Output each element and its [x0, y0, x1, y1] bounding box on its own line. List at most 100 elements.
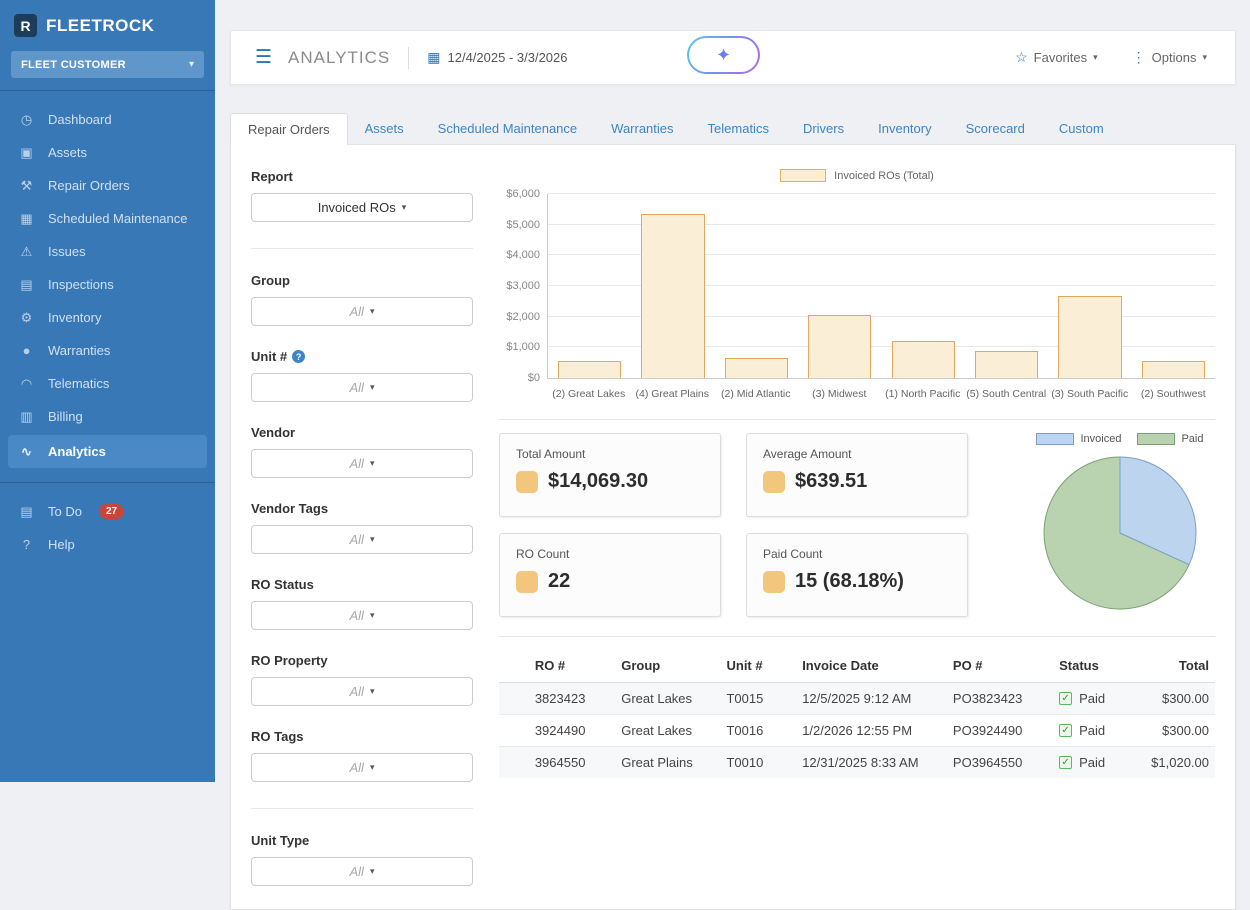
filter-value: All: [350, 304, 364, 319]
card-value: $639.51: [795, 470, 867, 493]
options-menu[interactable]: ⋮ Options ▾: [1132, 49, 1207, 66]
cell-ro-number: 3924490: [529, 715, 615, 747]
row-icon-cell: [499, 715, 529, 747]
tab-telematics[interactable]: Telematics: [691, 113, 786, 144]
cell-invoice-date: 12/5/2025 9:12 AM: [796, 683, 947, 715]
fleet-customer-label: FLEET CUSTOMER: [21, 59, 126, 71]
pie-chart: [1040, 453, 1200, 613]
sidebar-item-billing[interactable]: ▥Billing: [0, 400, 215, 433]
cell-invoice-date: 12/31/2025 8:33 AM: [796, 747, 947, 779]
sidebar-item-dashboard[interactable]: ◷Dashboard: [0, 103, 215, 136]
bar--2-southwest[interactable]: [1142, 361, 1205, 378]
table-row[interactable]: 3964550Great PlainsT001012/31/2025 8:33 …: [499, 747, 1215, 779]
tab-repair-orders[interactable]: Repair Orders: [230, 113, 348, 145]
chevron-down-icon: ▾: [370, 610, 375, 621]
sidebar-item-todo[interactable]: ▤To Do27: [0, 495, 215, 528]
filter-dropdown-group[interactable]: All▾: [251, 297, 473, 326]
fleet-customer-selector[interactable]: FLEET CUSTOMER ▾: [11, 51, 204, 78]
tab-custom[interactable]: Custom: [1042, 113, 1121, 144]
table-row[interactable]: 3924490Great LakesT00161/2/2026 12:55 PM…: [499, 715, 1215, 747]
bar--3-south-pacific[interactable]: [1058, 296, 1121, 378]
favorites-menu[interactable]: ☆ Favorites ▾: [1015, 49, 1098, 66]
filter-label-ro-property: RO Property: [251, 653, 473, 668]
bar--1-north-pacific[interactable]: [892, 341, 955, 378]
cell-po-number: PO3924490: [947, 715, 1053, 747]
cell-invoice-date: 1/2/2026 12:55 PM: [796, 715, 947, 747]
card-label: Paid Count: [763, 547, 951, 561]
sidebar-item-warranties[interactable]: ●Warranties: [0, 334, 215, 367]
filter-value: All: [350, 532, 364, 547]
sidebar-item-scheduled-maintenance[interactable]: ▦Scheduled Maintenance: [0, 202, 215, 235]
menu-toggle-icon[interactable]: ☰: [255, 46, 272, 69]
tab-warranties[interactable]: Warranties: [594, 113, 690, 144]
filter-label-report: Report: [251, 169, 473, 184]
sidebar-item-telematics[interactable]: ◠Telematics: [0, 367, 215, 400]
filter-dropdown-vendor-tags[interactable]: All▾: [251, 525, 473, 554]
tab-drivers[interactable]: Drivers: [786, 113, 861, 144]
cell-unit-number: T0010: [720, 747, 796, 779]
filter-dropdown-ro-status[interactable]: All▾: [251, 601, 473, 630]
cell-unit-number: T0015: [720, 683, 796, 715]
assistant-sparkle-button[interactable]: ✦: [687, 36, 760, 74]
sidebar-item-assets[interactable]: ▣Assets: [0, 136, 215, 169]
bar-slot: [965, 194, 1048, 378]
table-header-unit-: Unit #: [720, 649, 796, 683]
sidebar-item-analytics[interactable]: ∿Analytics: [8, 435, 207, 468]
filter-group-unit-number: Unit #? All▾: [251, 349, 473, 402]
sidebar-item-repair-orders[interactable]: ⚒Repair Orders: [0, 169, 215, 202]
help-icon: ?: [18, 537, 35, 552]
logo-mark-icon: R: [14, 14, 37, 37]
filter-dropdown-unit-number[interactable]: All▾: [251, 373, 473, 402]
table-header-total: Total: [1145, 649, 1215, 683]
card-value-row: 15 (68.18%): [763, 570, 951, 593]
chevron-down-icon: ▾: [1202, 52, 1207, 63]
filter-dropdown-ro-property[interactable]: All▾: [251, 677, 473, 706]
tab-scorecard[interactable]: Scorecard: [949, 113, 1042, 144]
sidebar-item-inventory[interactable]: ⚙Inventory: [0, 301, 215, 334]
sidebar-item-label: Scheduled Maintenance: [48, 211, 188, 226]
pie-legend-invoiced: Invoiced: [1036, 433, 1121, 445]
bar--5-south-central[interactable]: [975, 351, 1038, 378]
table-row[interactable]: 3823423Great LakesT001512/5/2025 9:12 AM…: [499, 683, 1215, 715]
table-header-po-: PO #: [947, 649, 1053, 683]
tab-inventory[interactable]: Inventory: [861, 113, 948, 144]
sidebar-item-issues[interactable]: ⚠Issues: [0, 235, 215, 268]
paid-checkbox-icon: ✓: [1059, 724, 1072, 737]
tab-scheduled-maintenance[interactable]: Scheduled Maintenance: [421, 113, 595, 144]
x-axis-category-label: (2) Mid Atlantic: [714, 388, 798, 400]
filter-label-vendor: Vendor: [251, 425, 473, 440]
filter-dropdown-unit-type[interactable]: All▾: [251, 857, 473, 886]
help-icon[interactable]: ?: [292, 350, 305, 363]
filter-dropdown-ro-tags[interactable]: All▾: [251, 753, 473, 782]
card-value-row: $639.51: [763, 470, 951, 493]
filter-dropdown-vendor[interactable]: All▾: [251, 449, 473, 478]
pie-chart-block: InvoicedPaid: [1025, 433, 1215, 617]
orange-chip-icon: [763, 471, 785, 493]
status-label: Paid: [1079, 723, 1105, 738]
sidebar-item-inspections[interactable]: ▤Inspections: [0, 268, 215, 301]
tab-assets[interactable]: Assets: [348, 113, 421, 144]
filter-dropdown-report[interactable]: Invoiced ROs▾: [251, 193, 473, 222]
bar--4-great-plains[interactable]: [641, 214, 704, 378]
filter-divider: [251, 808, 473, 809]
orange-chip-icon: [516, 571, 538, 593]
issues-icon: ⚠: [18, 244, 35, 260]
card-total-amount: Total Amount$14,069.30: [499, 433, 721, 517]
assets-icon: ▣: [18, 145, 35, 161]
bar-chart-legend: Invoiced ROs (Total): [499, 169, 1215, 182]
date-range-picker[interactable]: 12/4/2025 - 3/3/2026: [448, 50, 568, 65]
cell-total: $1,020.00: [1145, 747, 1215, 779]
billing-icon: ▥: [18, 409, 35, 425]
y-axis-tick-label: $2,000: [506, 311, 540, 323]
bar--2-great-lakes[interactable]: [558, 361, 621, 378]
filter-label-text: Unit #: [251, 349, 287, 364]
sidebar-item-help[interactable]: ?Help: [0, 528, 215, 561]
table-header-ro-: RO #: [529, 649, 615, 683]
cell-po-number: PO3823423: [947, 683, 1053, 715]
card-label: Total Amount: [516, 447, 704, 461]
orange-chip-icon: [763, 571, 785, 593]
bar--3-midwest[interactable]: [808, 315, 871, 378]
bar--2-mid-atlantic[interactable]: [725, 358, 788, 378]
chevron-down-icon: ▾: [370, 382, 375, 393]
filter-value: Invoiced ROs: [318, 200, 396, 215]
